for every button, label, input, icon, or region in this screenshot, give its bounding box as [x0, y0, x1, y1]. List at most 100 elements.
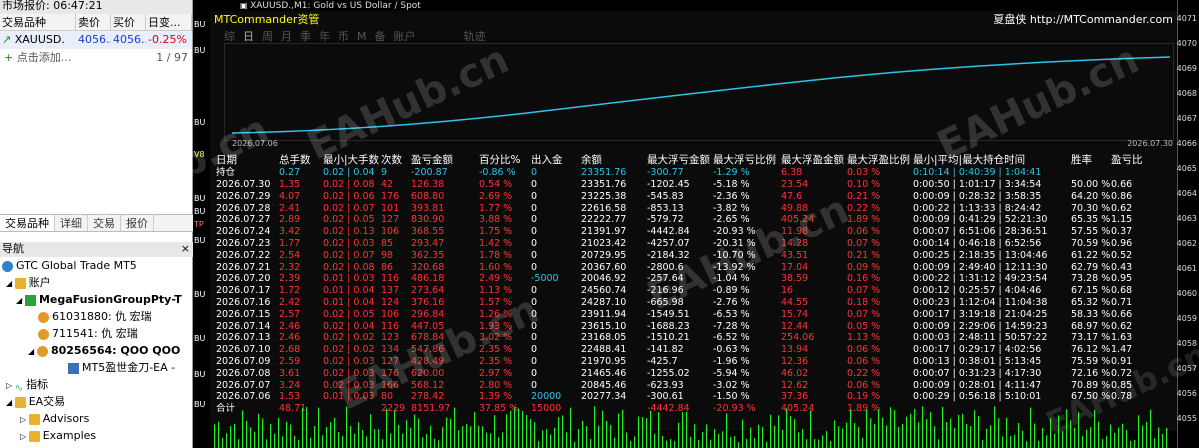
cell-total-lots: 2.46 — [279, 320, 301, 332]
cell-count: 85 — [381, 237, 394, 249]
volume-bar — [898, 427, 900, 448]
volume-bar — [290, 424, 292, 448]
cell-min-max-lots: 0.01 | 0.03 — [323, 273, 375, 285]
cell-max-float-loss: -1549.51 — [647, 308, 690, 320]
col-change[interactable]: 日变... — [146, 14, 192, 30]
cell-win-rate: 67.50 % — [1071, 391, 1111, 403]
volume-bar — [1146, 422, 1148, 448]
volume-bar — [342, 435, 344, 448]
cell-deposit: 0 — [531, 249, 538, 261]
volume-bar — [582, 420, 584, 448]
nav-account-3[interactable]: ◢ 80256564: QOO QOO — [0, 342, 193, 359]
cell-holding-time: 0:00:09 | 0:28:32 | 3:58:35 — [913, 190, 1042, 202]
cell-balance: 23168.05 — [581, 332, 627, 344]
folder-icon — [28, 430, 40, 442]
cell-balance: 22616.58 — [581, 202, 627, 214]
volume-bar — [866, 409, 868, 448]
holding-balance: 23351.76 — [581, 167, 627, 179]
close-icon[interactable]: × — [181, 242, 193, 257]
nav-account-2[interactable]: 711541: 仇 宏瑞 — [0, 325, 193, 342]
volume-bar — [854, 422, 856, 448]
volume-bar — [306, 407, 308, 448]
cell-max-float-loss-pct: -1.96 % — [713, 355, 750, 367]
tab-details[interactable]: 详细 — [55, 215, 88, 231]
cell-date: 2026.07.10 — [216, 344, 271, 356]
nav-expert-advisors[interactable]: ◢ EA交易 — [0, 393, 193, 410]
volume-bar — [302, 408, 304, 448]
volume-bar — [990, 425, 992, 448]
cell-total-lots: 2.57 — [279, 308, 301, 320]
cell-win-rate: 50.00 % — [1071, 178, 1111, 190]
cell-max-float-profit: 44.55 — [781, 296, 809, 308]
col-bid[interactable]: 卖价 — [76, 14, 111, 30]
user-icon — [38, 328, 49, 340]
cell-deposit: 0 — [531, 214, 538, 226]
volume-bar — [298, 440, 300, 448]
navigator: 导航 × GTC Global Trade MT5 ◢ 账户 ◢ MegaFusi… — [0, 242, 193, 444]
cell-max-float-loss-pct: -20.31 % — [713, 237, 756, 249]
nav-ea-instance[interactable]: MT5盈世金刀-EA - — [0, 359, 193, 376]
cell-count: 123 — [381, 332, 400, 344]
volume-bar — [730, 437, 732, 448]
volume-bar — [970, 426, 972, 448]
tab-ticks[interactable]: 报价 — [121, 215, 154, 231]
cell-win-rate: 58.33 % — [1071, 308, 1111, 320]
cell-max-float-loss-pct: -1.50 % — [713, 391, 750, 403]
cell-deposit: 0 — [531, 190, 538, 202]
nav-indicators[interactable]: ▷ ∿ 指标 — [0, 376, 193, 393]
navigator-title: 导航 — [2, 242, 24, 255]
cell-min-max-lots: 0.01 | 0.03 — [323, 391, 375, 403]
cell-pl-ratio: 0.68 — [1111, 285, 1133, 297]
col-ask[interactable]: 买价 — [111, 14, 146, 30]
col-symbol[interactable]: 交易品种 — [0, 14, 76, 30]
add-symbol-row[interactable]: + 点击添加... 1 / 97 — [0, 49, 192, 67]
volume-bar — [938, 439, 940, 448]
tab-symbols[interactable]: 交易品种 — [0, 215, 55, 231]
volume-bar — [1154, 438, 1156, 448]
volume-bar — [858, 426, 860, 448]
market-watch-header: 交易品种 卖价 买价 日变... — [0, 14, 192, 31]
symbol-count: 1 / 97 — [156, 51, 188, 64]
cell-max-float-loss-pct: -6.53 % — [713, 308, 750, 320]
ea-brand[interactable]: 夏盘侠 http://MTCommander.com — [993, 11, 1173, 28]
nav-advisors[interactable]: ▷ Advisors — [0, 410, 193, 427]
volume-bar — [610, 425, 612, 448]
nav-examples[interactable]: ▷ Examples — [0, 427, 193, 444]
cell-max-float-loss: -216.96 — [647, 285, 684, 297]
cell-deposit: 0 — [531, 226, 538, 238]
cell-max-float-profit: 47.6 — [781, 190, 803, 202]
stats-row: 2026.07.13 2.46 0.02 | 0.02 123 678.84 3.02 %… — [210, 332, 1143, 344]
volume-bar — [774, 425, 776, 448]
nav-accounts[interactable]: ◢ 账户 — [0, 274, 193, 291]
cell-total-lots: 1.72 — [279, 285, 301, 297]
nav-server[interactable]: ◢ MegaFusionGroupPty-T — [0, 291, 193, 308]
symbol-row[interactable]: ↗ XAUUSD. 4056.... 4056.... -0.25% — [0, 31, 192, 49]
volume-bar — [958, 414, 960, 448]
volume-bar — [378, 429, 380, 448]
cell-max-float-loss: -257.64 — [647, 273, 684, 285]
chart-window[interactable]: ▣ XAUUSD.,M1: Gold vs US Dollar / Spot M… — [210, 0, 1199, 448]
cell-win-rate: 73.28 % — [1071, 273, 1111, 285]
cell-max-float-profit: 15.74 — [781, 308, 809, 320]
cell-date: 2026.07.20 — [216, 273, 271, 285]
volume-bar — [1162, 433, 1164, 448]
volume-bar — [510, 411, 512, 448]
cell-max-float-profit-pct: 0.07 % — [847, 237, 881, 249]
volume-bar — [1130, 441, 1132, 448]
nav-broker[interactable]: GTC Global Trade MT5 — [0, 257, 193, 274]
cell-max-float-profit: 23.54 — [781, 178, 809, 190]
cell-max-float-loss: -623.93 — [647, 379, 684, 391]
strip-label: BU — [194, 334, 206, 343]
tab-trading[interactable]: 交易 — [88, 215, 121, 231]
cell-pl-ratio: 0.86 — [1111, 190, 1133, 202]
volume-bar — [734, 436, 736, 448]
volume-bar — [494, 415, 496, 448]
volume-bar — [910, 413, 912, 448]
volume-bar — [222, 437, 224, 448]
cell-max-float-loss: -2184.32 — [647, 249, 690, 261]
price-tick: 4055 — [1176, 414, 1197, 423]
cell-percent: 1.26 % — [479, 308, 513, 320]
volume-bar — [798, 432, 800, 448]
nav-account-1[interactable]: 61031880: 仇 宏瑞 — [0, 308, 193, 325]
cell-total-lots: 1.77 — [279, 237, 301, 249]
